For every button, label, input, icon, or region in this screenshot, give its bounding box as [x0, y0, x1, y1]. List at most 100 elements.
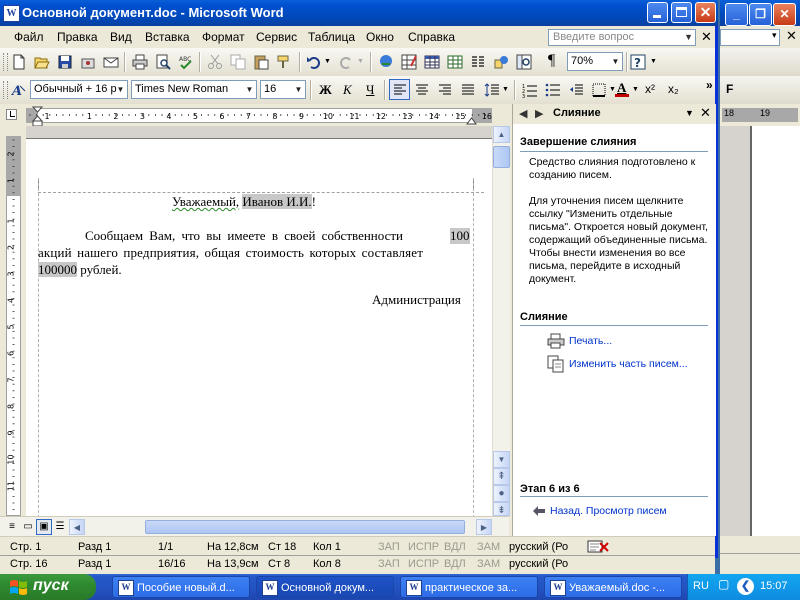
underline-button[interactable]: Ч	[366, 82, 374, 98]
align-left-button[interactable]	[389, 79, 410, 100]
minimize-button[interactable]	[647, 2, 668, 23]
show-formatting-icon[interactable]: ¶	[548, 52, 555, 70]
merge-field-shares[interactable]: 100	[450, 228, 470, 244]
close-button[interactable]: ✕	[695, 2, 716, 23]
print-preview-icon[interactable]	[155, 54, 171, 70]
zoom-select[interactable]: 70% ▼	[567, 52, 623, 71]
toolbar-options-icon[interactable]: »	[706, 78, 713, 92]
back-arrow-icon[interactable]	[533, 506, 545, 516]
print-icon[interactable]	[547, 333, 565, 349]
paste-icon[interactable]	[253, 54, 269, 70]
document-area[interactable]: Уважаемый, Иванов И.И.! Сообщаем Вам, чт…	[26, 126, 492, 516]
email-icon[interactable]	[103, 54, 119, 70]
document-map-icon[interactable]	[516, 54, 532, 70]
new-document-icon[interactable]	[11, 54, 27, 70]
hyperlink-icon[interactable]	[378, 54, 394, 70]
chevron-down-icon[interactable]: ▼	[114, 81, 127, 98]
taskbar-item-uvazhaemy[interactable]: W Уважаемый.doc -...	[544, 576, 682, 598]
back-arrow-icon[interactable]: ◀	[519, 107, 527, 120]
task-pane-close-icon[interactable]: ✕	[700, 105, 711, 121]
save-icon[interactable]	[57, 54, 73, 70]
outline-view-icon[interactable]: ☰	[52, 519, 68, 535]
align-right-icon[interactable]	[437, 82, 453, 98]
previous-page-button[interactable]: ⇞	[493, 468, 510, 485]
scroll-left-button[interactable]: ◀	[69, 519, 85, 535]
chevron-down-icon[interactable]: ▼	[684, 30, 693, 45]
chevron-down-icon[interactable]: ▼	[292, 81, 305, 98]
merge-field-name[interactable]: Иванов И.И.	[242, 194, 312, 209]
menu-format[interactable]: Формат	[202, 30, 245, 44]
bg-restore-button[interactable]: ❐	[749, 3, 772, 26]
bullets-icon[interactable]	[545, 82, 561, 98]
copy-icon[interactable]	[230, 54, 246, 70]
justify-icon[interactable]	[460, 82, 476, 98]
right-indent-marker-icon[interactable]	[466, 116, 477, 125]
help-search-input[interactable]: Введите вопрос ▼	[548, 29, 696, 46]
permission-icon[interactable]	[80, 54, 96, 70]
insert-table-icon[interactable]	[424, 54, 440, 70]
redo-dropdown-icon[interactable]: ▼	[357, 58, 364, 65]
cut-icon[interactable]	[207, 54, 223, 70]
horizontal-scroll-thumb[interactable]	[145, 520, 465, 534]
subscript-button[interactable]: x₂	[668, 82, 679, 96]
menu-window[interactable]: Окно	[366, 30, 394, 44]
vertical-scrollbar[interactable]: ▲ ▼ ⇞ ● ⇟	[492, 126, 510, 516]
bg-close-button[interactable]: ✕	[773, 3, 796, 26]
merge-field-amount[interactable]: 100000	[38, 262, 77, 277]
menu-help[interactable]: Справка	[408, 30, 455, 44]
indent-marker-icon[interactable]	[32, 106, 43, 128]
numbering-icon[interactable]: 123	[522, 82, 538, 98]
scroll-right-button[interactable]: ▶	[476, 519, 492, 535]
horizontal-scrollbar[interactable]: ≡ ▭ ▣ ☰ ◀ ▶	[0, 516, 509, 537]
horizontal-ruler[interactable]: 1 1 2 3 4 5 6 7 8 9 10 11 12 13 14 15 16	[0, 104, 513, 128]
close-document-icon[interactable]: ✕	[701, 29, 712, 45]
tray-volume-icon[interactable]: ▢	[718, 577, 729, 591]
tray-arrow-icon[interactable]: ❮	[737, 578, 754, 595]
redo-icon[interactable]	[338, 54, 354, 70]
task-pane-menu-icon[interactable]: ▼	[685, 108, 694, 118]
menu-insert[interactable]: Вставка	[145, 30, 190, 44]
menu-view[interactable]: Вид	[110, 30, 132, 44]
vertical-ruler[interactable]: 2 1 1 2 3 4 5 6 7 8 9 10 11	[0, 126, 26, 516]
menu-table[interactable]: Таблица	[308, 30, 355, 44]
print-icon[interactable]	[132, 54, 148, 70]
undo-dropdown-icon[interactable]: ▼	[324, 58, 331, 65]
status-track[interactable]: ИСПР	[408, 541, 439, 553]
open-folder-icon[interactable]	[34, 54, 50, 70]
word-app-icon[interactable]: W	[3, 5, 20, 22]
spelling-status-icon[interactable]	[587, 540, 609, 553]
superscript-button[interactable]: x²	[645, 82, 655, 96]
border-icon[interactable]	[591, 82, 607, 98]
menu-file[interactable]: Файл	[14, 30, 44, 44]
print-layout-icon[interactable]: ▣	[36, 519, 52, 535]
align-center-icon[interactable]	[414, 82, 430, 98]
line-spacing-dropdown-icon[interactable]: ▼	[502, 86, 509, 93]
status-rec[interactable]: ЗАП	[378, 541, 400, 553]
bold-button[interactable]: Ж	[319, 82, 332, 98]
tables-borders-icon[interactable]	[401, 54, 417, 70]
select-browse-object-button[interactable]: ●	[493, 485, 510, 502]
bg-minimize-button[interactable]: _	[725, 3, 748, 26]
styles-formatting-icon[interactable]: A	[11, 82, 27, 98]
maximize-button[interactable]	[671, 2, 692, 23]
taskbar-item-posobie[interactable]: W Пособие новый.d...	[112, 576, 250, 598]
italic-button[interactable]: К	[343, 82, 352, 98]
edit-letters-icon[interactable]	[547, 355, 565, 373]
normal-view-icon[interactable]: ≡	[4, 519, 20, 535]
columns-icon[interactable]	[470, 54, 486, 70]
tab-selector[interactable]	[6, 109, 17, 120]
status-overtype[interactable]: ЗАМ	[477, 541, 500, 553]
font-select[interactable]: Times New Roman ▼	[131, 80, 257, 99]
status-extend[interactable]: ВДЛ	[444, 541, 466, 553]
edit-letters-link[interactable]: Изменить часть писем...	[569, 358, 688, 370]
language-indicator[interactable]: RU	[693, 580, 709, 592]
print-link[interactable]: Печать...	[569, 335, 612, 347]
insert-excel-icon[interactable]	[447, 54, 463, 70]
chevron-down-icon[interactable]: ▼	[243, 81, 256, 98]
taskbar-item-practical[interactable]: W практическое за...	[400, 576, 538, 598]
help-dropdown-icon[interactable]: ▼	[650, 58, 657, 65]
menu-edit[interactable]: Правка	[57, 30, 98, 44]
format-painter-icon[interactable]	[276, 54, 292, 70]
scroll-down-button[interactable]: ▼	[493, 451, 510, 468]
spelling-icon[interactable]: ABC	[178, 54, 194, 70]
